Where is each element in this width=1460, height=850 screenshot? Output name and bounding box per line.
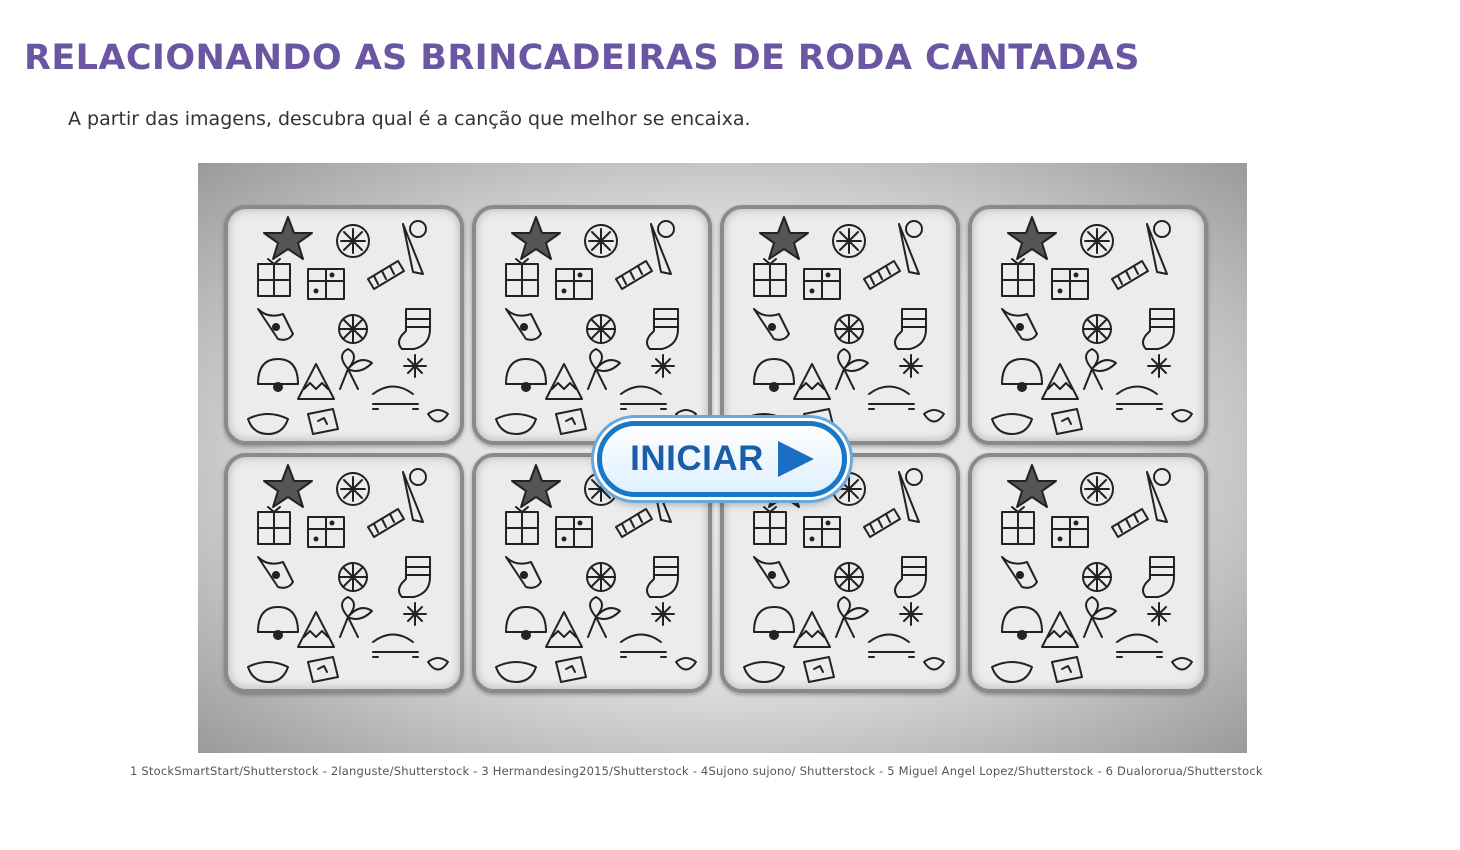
memory-card[interactable]: [720, 205, 960, 445]
play-icon: [777, 441, 814, 477]
christmas-doodle-pattern-icon: [495, 216, 697, 435]
memory-card[interactable]: [224, 205, 464, 445]
christmas-doodle-pattern-icon: [247, 216, 449, 435]
memory-game-board: INICIAR: [198, 163, 1247, 753]
start-button-label: INICIAR: [630, 439, 764, 478]
start-button[interactable]: INICIAR: [597, 421, 847, 497]
page-instructions: A partir das imagens, descubra qual é a …: [68, 108, 751, 130]
memory-card[interactable]: [224, 453, 464, 693]
image-credits: 1 StockSmartStart/Shutterstock - 2langus…: [130, 764, 1263, 778]
memory-card[interactable]: [968, 205, 1208, 445]
christmas-doodle-pattern-icon: [247, 464, 449, 683]
christmas-doodle-pattern-icon: [991, 216, 1193, 435]
memory-card[interactable]: [472, 205, 712, 445]
page-title: RELACIONANDO AS BRINCADEIRAS DE RODA CAN…: [24, 38, 1140, 78]
christmas-doodle-pattern-icon: [991, 464, 1193, 683]
page: RELACIONANDO AS BRINCADEIRAS DE RODA CAN…: [0, 0, 1460, 850]
memory-card[interactable]: [968, 453, 1208, 693]
christmas-doodle-pattern-icon: [743, 216, 945, 435]
